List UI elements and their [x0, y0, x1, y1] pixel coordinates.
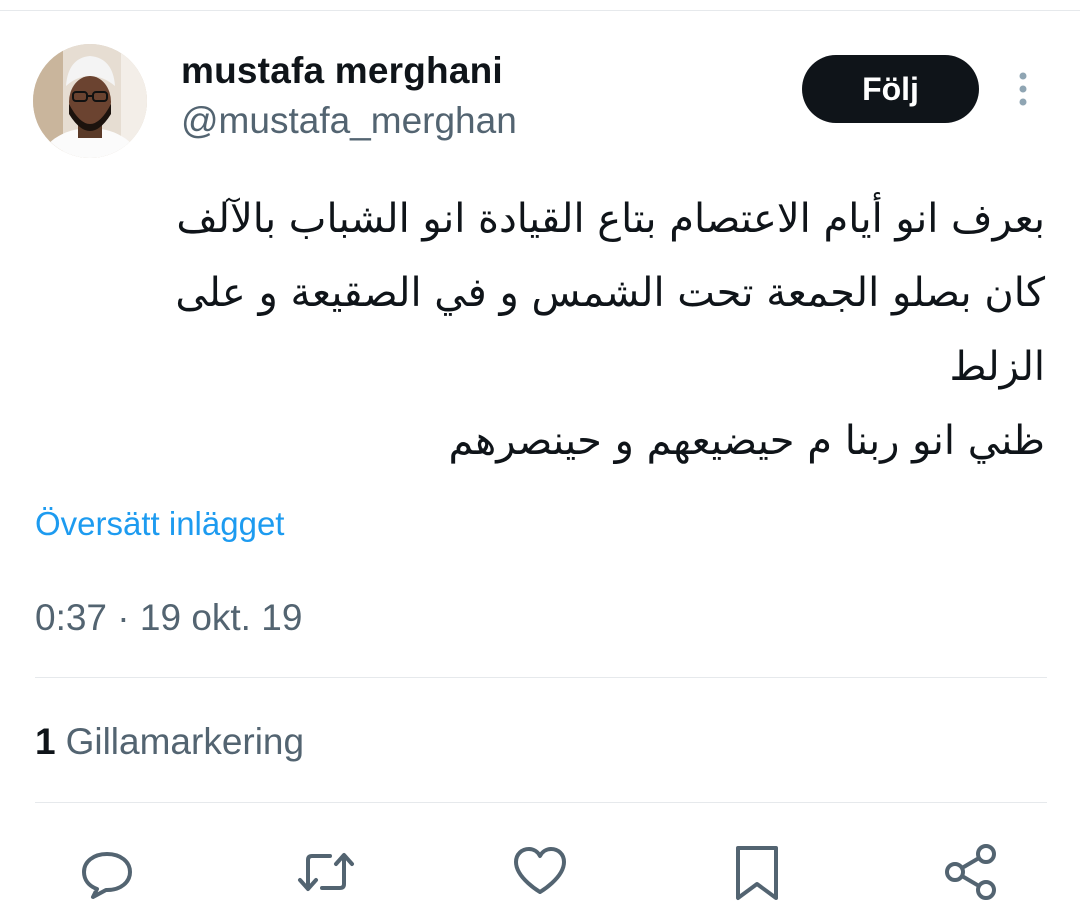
author-handle[interactable]: @mustafa_merghan: [181, 100, 517, 142]
likes-count[interactable]: 1 Gillamarkering: [35, 721, 304, 763]
translate-link[interactable]: Översätt inlägget: [35, 505, 284, 543]
tweet-line: الزلط: [949, 344, 1045, 390]
likes-number: 1: [35, 721, 56, 762]
tweet-line: كان بصلو الجمعة تحت الشمس و في الصقيعة و…: [175, 270, 1045, 316]
divider: [35, 677, 1047, 678]
author-display-name[interactable]: mustafa merghani: [181, 50, 503, 92]
more-vertical-icon[interactable]: [1008, 70, 1038, 110]
tweet-line: بعرف انو أيام الاعتصام بتاع القيادة انو …: [176, 196, 1045, 242]
timestamp[interactable]: 0:37 · 19 okt. 19: [35, 597, 302, 639]
top-divider: [0, 10, 1080, 11]
share-icon[interactable]: [941, 842, 1001, 902]
divider: [35, 802, 1047, 803]
likes-label: Gillamarkering: [65, 721, 305, 762]
tweet-line: ظني انو ربنا م حيضيعهم و حينصرهم: [448, 418, 1045, 464]
bookmark-icon[interactable]: [727, 842, 787, 902]
reply-icon[interactable]: [77, 842, 137, 902]
repost-icon[interactable]: [296, 842, 356, 902]
avatar[interactable]: [33, 44, 147, 158]
heart-icon[interactable]: [510, 842, 570, 902]
tweet-text: بعرف انو أيام الاعتصام بتاع القيادة انو …: [80, 182, 1045, 478]
avatar-image: [33, 44, 147, 158]
follow-button[interactable]: Följ: [802, 55, 979, 123]
